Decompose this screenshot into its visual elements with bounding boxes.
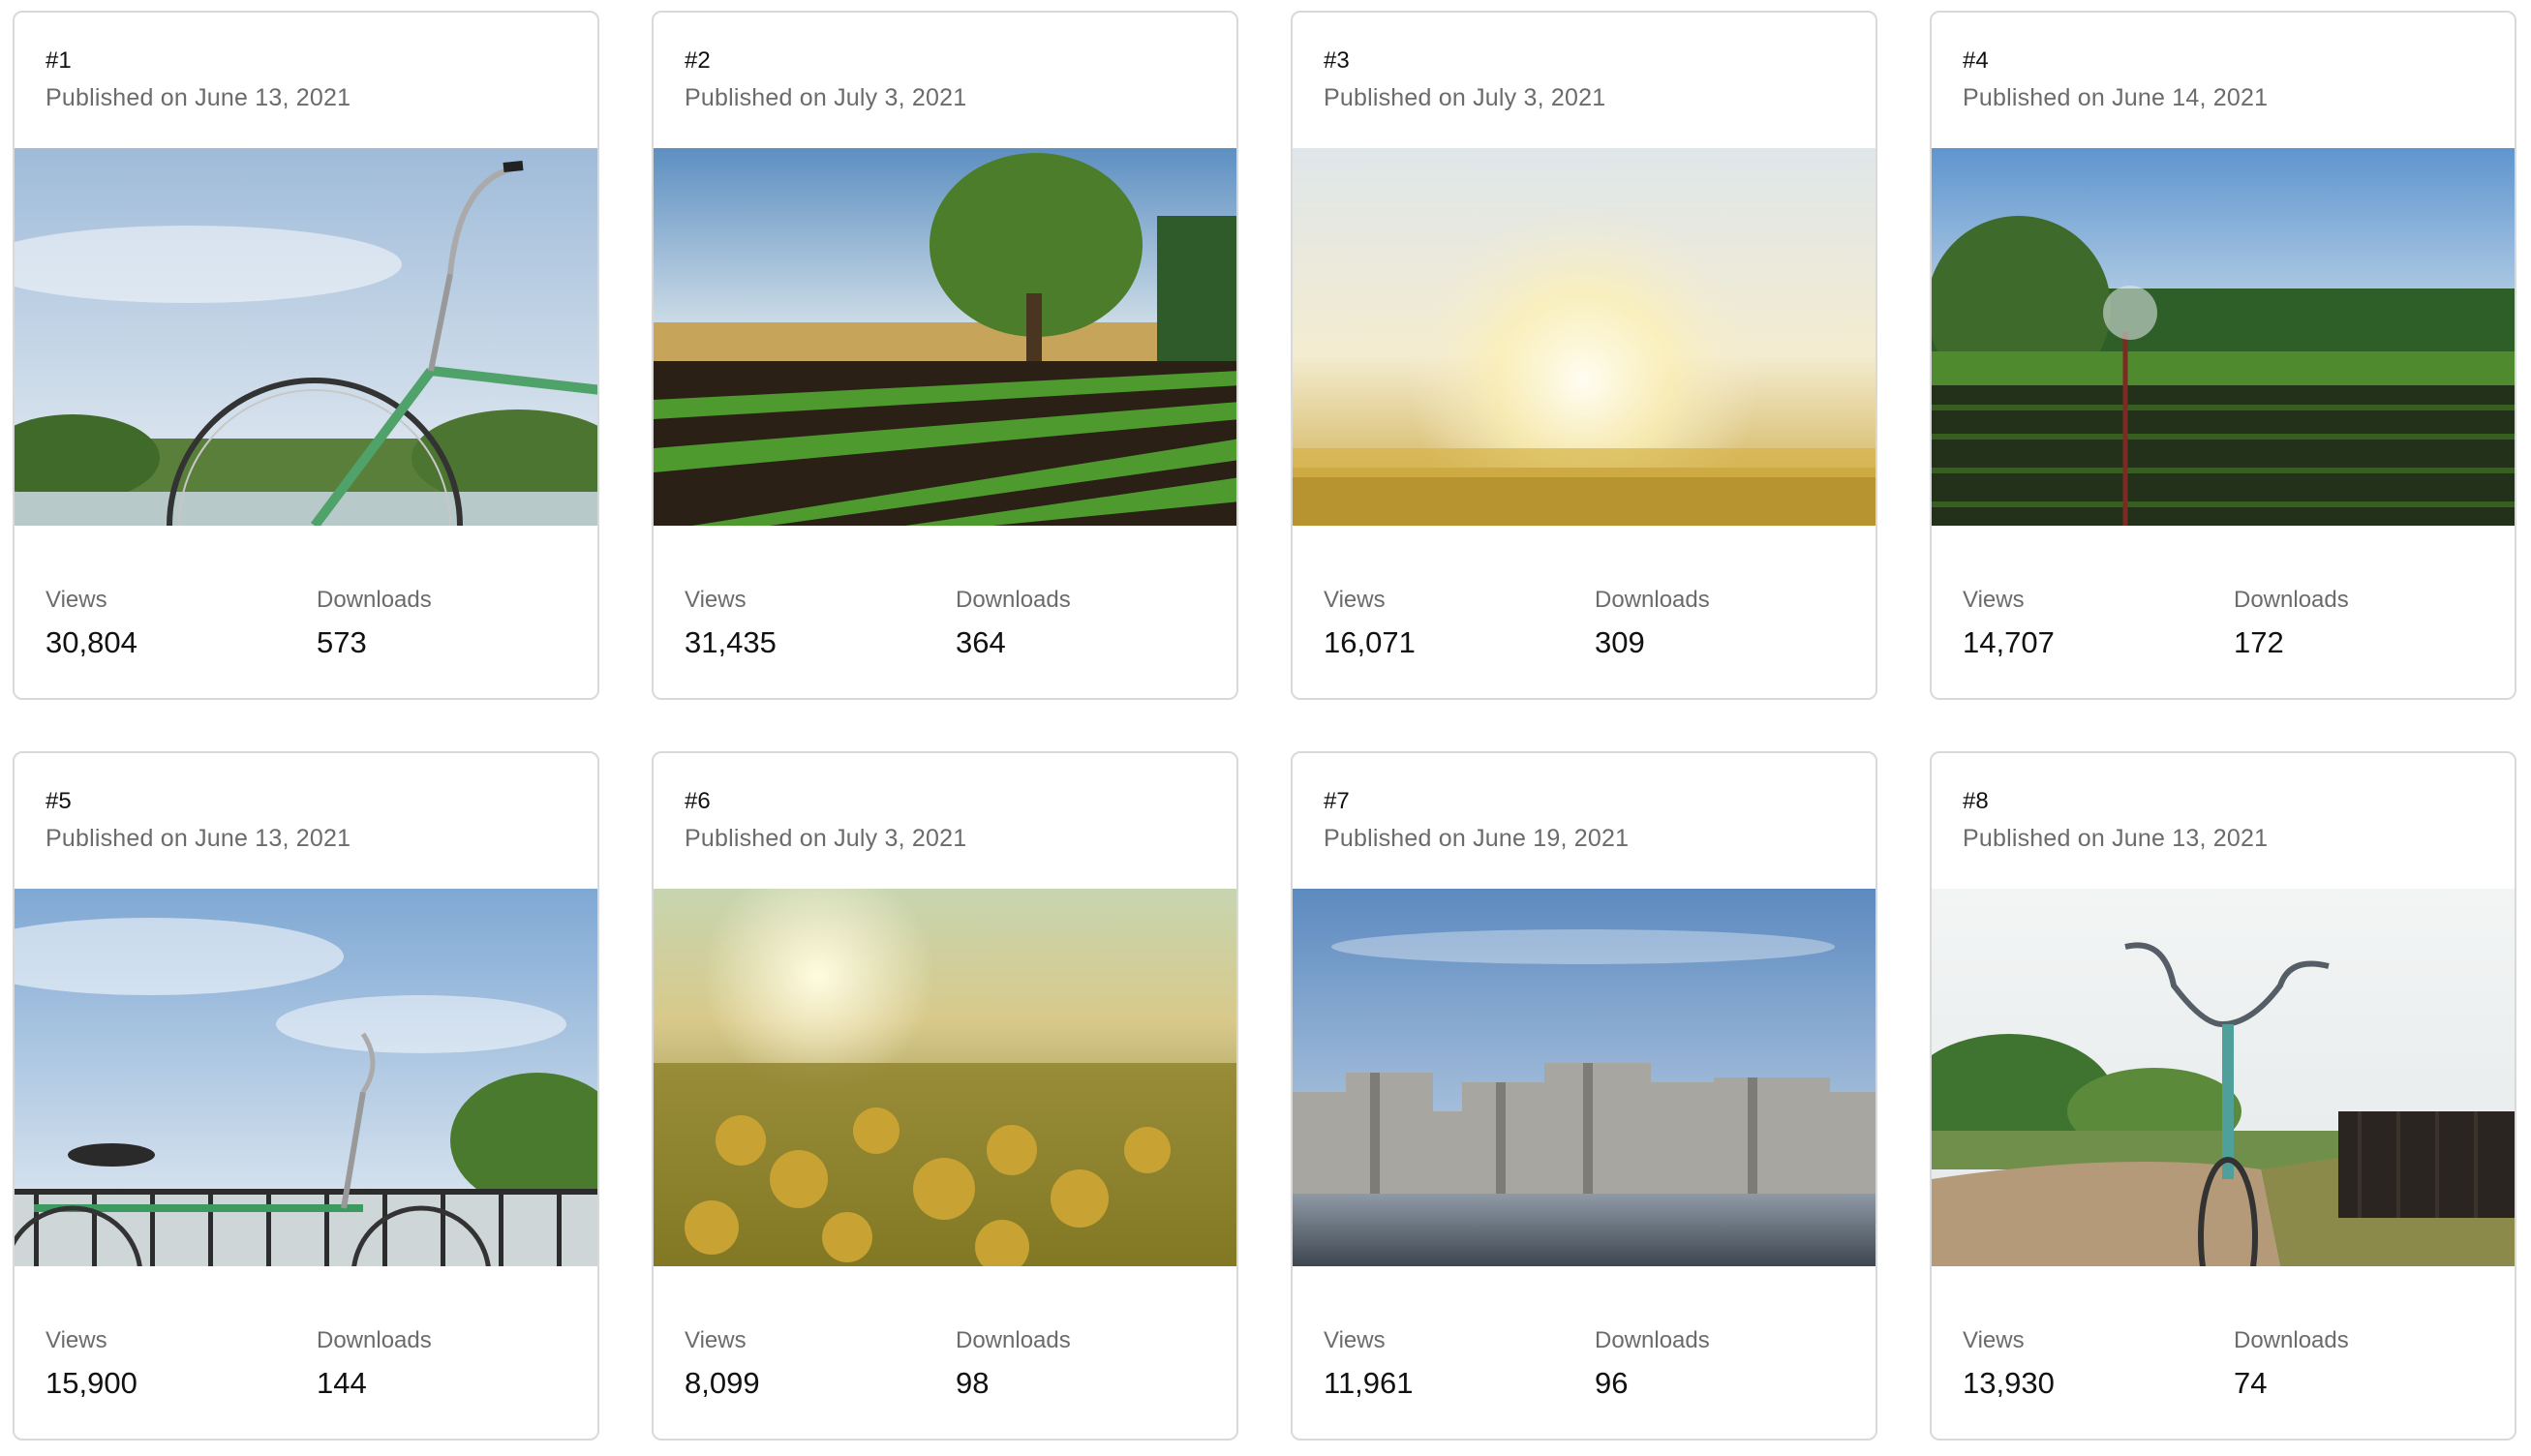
card-stats: Views 14,707 Downloads 172 [1932, 526, 2515, 698]
views-value: 11,961 [1324, 1366, 1414, 1400]
dam-ruins-photo[interactable] [1293, 889, 1877, 1266]
field-sprinkler-photo[interactable] [1932, 148, 2516, 526]
views-label: Views [1963, 587, 2025, 613]
views-value: 13,930 [1963, 1366, 2055, 1400]
published-date: Published on June 13, 2021 [46, 825, 351, 852]
downloads-label: Downloads [956, 1327, 1071, 1353]
views-value: 16,071 [1324, 625, 1416, 659]
card-rank: #5 [46, 788, 72, 814]
downloads-value: 98 [956, 1366, 990, 1400]
downloads-value: 74 [2234, 1366, 2268, 1400]
views-label: Views [685, 1327, 747, 1353]
views-label: Views [1324, 587, 1386, 613]
photo-card[interactable]: #7 Published on June 19, 2021 Views 11,9… [1291, 751, 1877, 1441]
published-date: Published on July 3, 2021 [1324, 84, 1606, 111]
downloads-label: Downloads [317, 1327, 432, 1353]
card-header: #2 Published on July 3, 2021 [654, 13, 1236, 148]
card-header: #5 Published on June 13, 2021 [15, 753, 597, 889]
card-stats: Views 30,804 Downloads 573 [15, 526, 597, 698]
views-label: Views [46, 1327, 107, 1353]
downloads-label: Downloads [956, 587, 1071, 613]
downloads-value: 573 [317, 625, 367, 659]
views-label: Views [46, 587, 107, 613]
card-stats: Views 15,900 Downloads 144 [15, 1266, 597, 1439]
bicycle-at-railing-photo[interactable] [15, 889, 599, 1266]
views-value: 14,707 [1963, 625, 2055, 659]
tree-and-crop-rows-photo[interactable] [654, 148, 1238, 526]
card-header: #3 Published on July 3, 2021 [1293, 13, 1875, 148]
downloads-value: 96 [1595, 1366, 1629, 1400]
card-rank: #8 [1963, 788, 1989, 814]
card-header: #7 Published on June 19, 2021 [1293, 753, 1875, 889]
photo-card[interactable]: #6 Published on July 3, 2021 Views 8,099… [652, 751, 1238, 1441]
card-stats: Views 11,961 Downloads 96 [1293, 1266, 1875, 1439]
downloads-value: 309 [1595, 625, 1645, 659]
downloads-label: Downloads [1595, 587, 1710, 613]
views-value: 30,804 [46, 625, 137, 659]
card-header: #6 Published on July 3, 2021 [654, 753, 1236, 889]
downloads-value: 364 [956, 625, 1006, 659]
card-rank: #4 [1963, 47, 1989, 74]
bicycle-by-lake-photo[interactable] [15, 148, 599, 526]
card-header: #4 Published on June 14, 2021 [1932, 13, 2515, 148]
photo-card[interactable]: #4 Published on June 14, 2021 Views 14,7… [1930, 11, 2516, 700]
photo-card[interactable]: #3 Published on July 3, 2021 Views 16,07… [1291, 11, 1877, 700]
published-date: Published on June 19, 2021 [1324, 825, 1630, 852]
card-header: #8 Published on June 13, 2021 [1932, 753, 2515, 889]
views-value: 15,900 [46, 1366, 137, 1400]
downloads-value: 172 [2234, 625, 2284, 659]
views-label: Views [1963, 1327, 2025, 1353]
published-date: Published on July 3, 2021 [685, 84, 967, 111]
card-rank: #2 [685, 47, 711, 74]
downloads-label: Downloads [2234, 1327, 2349, 1353]
views-label: Views [685, 587, 747, 613]
downloads-value: 144 [317, 1366, 367, 1400]
downloads-label: Downloads [1595, 1327, 1710, 1353]
downloads-label: Downloads [2234, 587, 2349, 613]
card-stats: Views 8,099 Downloads 98 [654, 1266, 1236, 1439]
card-stats: Views 31,435 Downloads 364 [654, 526, 1236, 698]
views-value: 8,099 [685, 1366, 760, 1400]
bicycle-on-road-photo[interactable] [1932, 889, 2516, 1266]
published-date: Published on June 13, 2021 [46, 84, 351, 111]
published-date: Published on June 13, 2021 [1963, 825, 2269, 852]
card-rank: #3 [1324, 47, 1350, 74]
yellow-wildflowers-photo[interactable] [654, 889, 1238, 1266]
card-rank: #7 [1324, 788, 1350, 814]
card-rank: #1 [46, 47, 72, 74]
photo-card[interactable]: #2 Published on July 3, 2021 Views 31,43… [652, 11, 1238, 700]
views-value: 31,435 [685, 625, 777, 659]
views-label: Views [1324, 1327, 1386, 1353]
sunset-over-field-photo[interactable] [1293, 148, 1877, 526]
card-stats: Views 13,930 Downloads 74 [1932, 1266, 2515, 1439]
photo-card[interactable]: #5 Published on June 13, 2021 Views 15,9… [13, 751, 599, 1441]
published-date: Published on June 14, 2021 [1963, 84, 2269, 111]
card-header: #1 Published on June 13, 2021 [15, 13, 597, 148]
photo-card[interactable]: #1 Published on June 13, 2021 Views 30,8… [13, 11, 599, 700]
photo-card[interactable]: #8 Published on June 13, 2021 Views 13,9… [1930, 751, 2516, 1441]
card-stats: Views 16,071 Downloads 309 [1293, 526, 1875, 698]
card-rank: #6 [685, 788, 711, 814]
downloads-label: Downloads [317, 587, 432, 613]
published-date: Published on July 3, 2021 [685, 825, 967, 852]
